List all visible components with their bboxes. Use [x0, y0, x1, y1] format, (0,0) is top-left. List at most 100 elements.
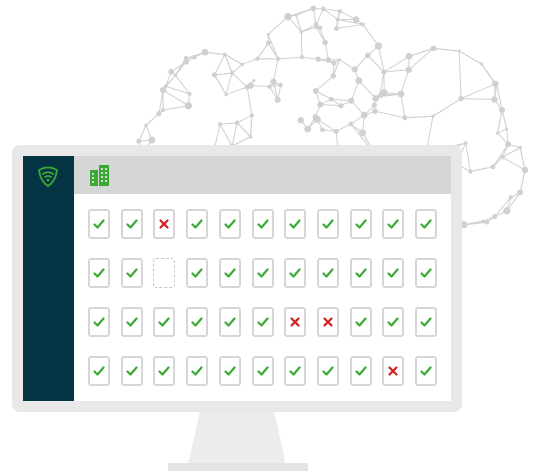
network-node	[490, 164, 496, 170]
network-node	[517, 189, 524, 196]
network-link	[367, 55, 385, 73]
device-tile[interactable]	[317, 307, 339, 337]
device-tile[interactable]	[186, 307, 208, 337]
network-link	[174, 74, 190, 95]
checkmark-icon	[289, 366, 301, 376]
network-link	[267, 34, 279, 60]
device-tile[interactable]	[252, 209, 274, 239]
network-node	[380, 89, 388, 97]
device-tile[interactable]	[153, 307, 175, 337]
device-tile[interactable]	[350, 209, 372, 239]
device-tile[interactable]	[350, 307, 372, 337]
monitor-screen	[23, 156, 451, 401]
device-tile[interactable]	[317, 209, 339, 239]
monitor-stand	[188, 412, 286, 465]
device-tile[interactable]	[186, 258, 208, 288]
device-tile[interactable]	[121, 307, 143, 337]
network-link	[426, 116, 434, 149]
network-node	[312, 114, 319, 120]
device-tile[interactable]	[284, 209, 306, 239]
network-node	[405, 52, 413, 60]
device-tile[interactable]	[382, 356, 404, 386]
network-node	[168, 68, 175, 75]
network-node	[495, 131, 500, 135]
network-link	[256, 42, 269, 59]
top-bar	[74, 156, 451, 194]
network-node	[322, 39, 328, 46]
device-tile[interactable]	[350, 258, 372, 288]
device-tile[interactable]	[350, 356, 372, 386]
network-node	[265, 40, 271, 46]
checkmark-icon	[191, 366, 203, 376]
checkmark-icon	[224, 366, 236, 376]
device-tile[interactable]	[252, 356, 274, 386]
network-link	[458, 51, 462, 99]
network-link	[460, 83, 496, 100]
device-tile[interactable]	[284, 307, 306, 337]
device-tile[interactable]	[153, 356, 175, 386]
checkmark-icon	[322, 219, 334, 229]
shield-wifi-icon[interactable]	[37, 166, 59, 188]
network-link	[236, 114, 253, 124]
network-link	[404, 115, 433, 119]
device-tile[interactable]	[317, 356, 339, 386]
device-tile[interactable]	[252, 258, 274, 288]
network-node	[321, 6, 326, 12]
network-node	[315, 56, 322, 62]
checkmark-icon	[355, 219, 367, 229]
checkmark-icon	[93, 268, 105, 278]
device-tile[interactable]	[219, 209, 241, 239]
device-slot-empty	[153, 258, 175, 288]
network-node	[337, 9, 342, 14]
device-tile[interactable]	[219, 307, 241, 337]
device-tile[interactable]	[415, 307, 437, 337]
device-tile[interactable]	[88, 209, 110, 239]
device-tile[interactable]	[121, 356, 143, 386]
network-node	[372, 108, 378, 114]
network-node	[371, 102, 377, 108]
network-node	[338, 103, 344, 109]
network-node	[294, 13, 298, 17]
device-tile[interactable]	[219, 258, 241, 288]
checkmark-icon	[420, 219, 432, 229]
device-tile[interactable]	[317, 258, 339, 288]
device-tile[interactable]	[252, 307, 274, 337]
building-icon[interactable]	[90, 165, 109, 186]
network-node	[348, 121, 354, 127]
device-tile[interactable]	[382, 209, 404, 239]
network-node	[275, 56, 281, 62]
checkmark-icon	[289, 268, 301, 278]
device-tile[interactable]	[186, 356, 208, 386]
network-link	[138, 125, 147, 142]
device-tile[interactable]	[186, 209, 208, 239]
device-tile[interactable]	[284, 356, 306, 386]
device-tile[interactable]	[415, 209, 437, 239]
device-tile[interactable]	[88, 307, 110, 337]
device-tile[interactable]	[88, 258, 110, 288]
network-link	[214, 72, 233, 76]
device-tile[interactable]	[415, 258, 437, 288]
device-tile[interactable]	[219, 356, 241, 386]
device-tile[interactable]	[382, 307, 404, 337]
network-node	[331, 60, 337, 66]
network-node	[159, 86, 167, 94]
device-tile[interactable]	[121, 209, 143, 239]
network-node	[484, 220, 490, 225]
network-node	[278, 82, 283, 88]
network-link	[400, 69, 410, 95]
device-tile[interactable]	[382, 258, 404, 288]
network-node	[266, 32, 270, 36]
device-tile[interactable]	[284, 258, 306, 288]
network-link	[250, 115, 253, 137]
checkmark-icon	[420, 317, 432, 327]
network-link	[458, 50, 482, 65]
network-node	[161, 107, 166, 112]
device-tile[interactable]	[153, 209, 175, 239]
device-tile[interactable]	[121, 258, 143, 288]
network-node	[337, 58, 341, 62]
network-node	[144, 123, 148, 128]
network-node	[333, 128, 339, 134]
network-node	[494, 82, 499, 87]
device-tile[interactable]	[415, 356, 437, 386]
device-tile[interactable]	[88, 356, 110, 386]
